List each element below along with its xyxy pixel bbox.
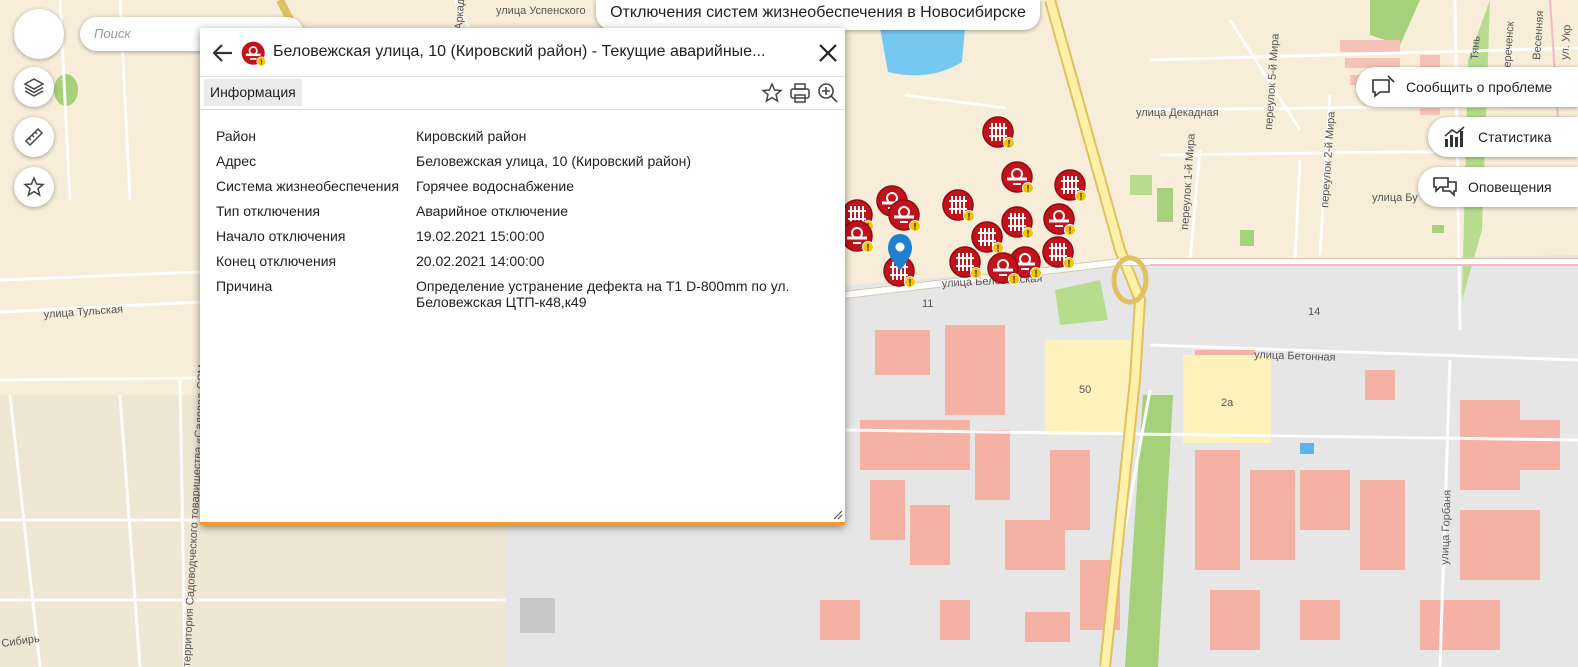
row-label-end: Конец отключения	[216, 253, 337, 269]
table-row: Район Кировский район	[216, 128, 836, 153]
favorites-button[interactable]	[14, 167, 54, 207]
resize-handle-icon[interactable]	[831, 508, 843, 520]
popup-header: ! Беловежская улица, 10 (Кировский район…	[200, 28, 845, 76]
popup-tab-bar: Информация	[200, 76, 845, 110]
ruler-icon	[24, 127, 44, 147]
row-label-reason: Причина	[216, 278, 273, 294]
label-bur: улица Бу	[1372, 192, 1418, 204]
row-value-end: 20.02.2021 14:00:00	[416, 253, 545, 269]
statistics-label: Статистика	[1478, 129, 1552, 145]
outage-marker[interactable]	[986, 251, 1021, 286]
label-ukr: ул. Укр	[1559, 24, 1573, 60]
row-value-system: Горячее водоснабжение	[416, 178, 574, 194]
star-icon	[23, 176, 45, 197]
outage-marker[interactable]	[1054, 169, 1088, 203]
outage-marker[interactable]	[982, 116, 1016, 150]
label-building-11: 11	[922, 298, 933, 310]
row-label-outage-type: Тип отключения	[216, 203, 320, 219]
outage-marker[interactable]	[942, 189, 976, 223]
row-value-reason: Определение устранение дефекта на Т1 D-8…	[416, 278, 790, 310]
speech-bubble-icon	[1372, 75, 1395, 98]
outage-marker[interactable]	[1001, 206, 1035, 240]
measure-button[interactable]	[14, 117, 54, 157]
label-dekadnaya: улица Декадная	[1136, 107, 1219, 119]
outage-marker[interactable]	[1042, 202, 1077, 237]
tab-info[interactable]: Информация	[204, 79, 302, 106]
row-label-address: Адрес	[216, 153, 257, 169]
svg-text:!: !	[260, 57, 262, 66]
label-uspenskogo: улица Успенского	[496, 5, 586, 17]
print-icon[interactable]	[788, 81, 812, 105]
report-problem-label: Сообщить о проблеме	[1406, 79, 1553, 95]
back-arrow-icon[interactable]	[210, 40, 236, 66]
label-tyan: Тянь	[1469, 35, 1483, 60]
row-label-district: Район	[216, 128, 256, 144]
table-row: Система жизнеобеспечения Горячее водоснаб…	[216, 178, 836, 203]
outage-valve-icon: !	[241, 41, 267, 67]
info-popup: ! Беловежская улица, 10 (Кировский район…	[200, 28, 845, 525]
chat-icon	[1433, 177, 1457, 197]
table-row: Причина Определение устранение дефекта на…	[216, 278, 836, 319]
row-value-outage-type: Аварийное отключение	[416, 203, 568, 219]
zoom-in-icon[interactable]	[816, 81, 840, 105]
label-building-50: 50	[1079, 384, 1091, 396]
row-value-start: 19.02.2021 15:00:00	[416, 228, 545, 244]
row-value-address: Беловежская улица, 10 (Кировский район)	[416, 153, 692, 169]
layers-button[interactable]	[14, 67, 54, 107]
statistics-button[interactable]: Статистика	[1428, 117, 1578, 157]
outage-marker[interactable]	[1042, 236, 1076, 270]
table-row: Тип отключения Аварийное отключение	[216, 203, 836, 228]
alerts-label: Оповещения	[1468, 179, 1552, 195]
chart-icon	[1444, 126, 1465, 147]
label-building-2a: 2а	[1221, 397, 1234, 409]
app-title: Отключения систем жизнеобеспечения в Нов…	[596, 0, 1040, 30]
layers-icon	[23, 78, 45, 97]
alerts-button[interactable]: Оповещения	[1418, 167, 1578, 207]
popup-title: Беловежская улица, 10 (Кировский район) …	[273, 43, 766, 60]
report-problem-button[interactable]: Сообщить о проблеме	[1356, 67, 1578, 107]
outage-marker[interactable]	[1000, 160, 1035, 195]
label-building-14: 14	[1308, 306, 1320, 318]
outage-marker[interactable]	[887, 198, 922, 233]
home-button[interactable]	[14, 9, 64, 59]
star-icon[interactable]	[760, 81, 784, 105]
outage-marker[interactable]	[840, 219, 875, 254]
table-row: Конец отключения 20.02.2021 14:00:00	[216, 253, 836, 278]
close-icon[interactable]	[815, 40, 841, 66]
table-row: Начало отключения 19.02.2021 15:00:00	[216, 228, 836, 253]
row-label-system: Система жизнеобеспечения	[216, 178, 399, 194]
row-label-start: Начало отключения	[216, 228, 346, 244]
info-table: Район Кировский район Адрес Беловежская ул…	[216, 128, 836, 319]
outage-marker[interactable]	[971, 221, 1005, 255]
outage-marker[interactable]	[949, 246, 983, 280]
row-value-district: Кировский район	[416, 128, 527, 144]
table-row: Адрес Беловежская улица, 10 (Кировский ра…	[216, 153, 836, 178]
